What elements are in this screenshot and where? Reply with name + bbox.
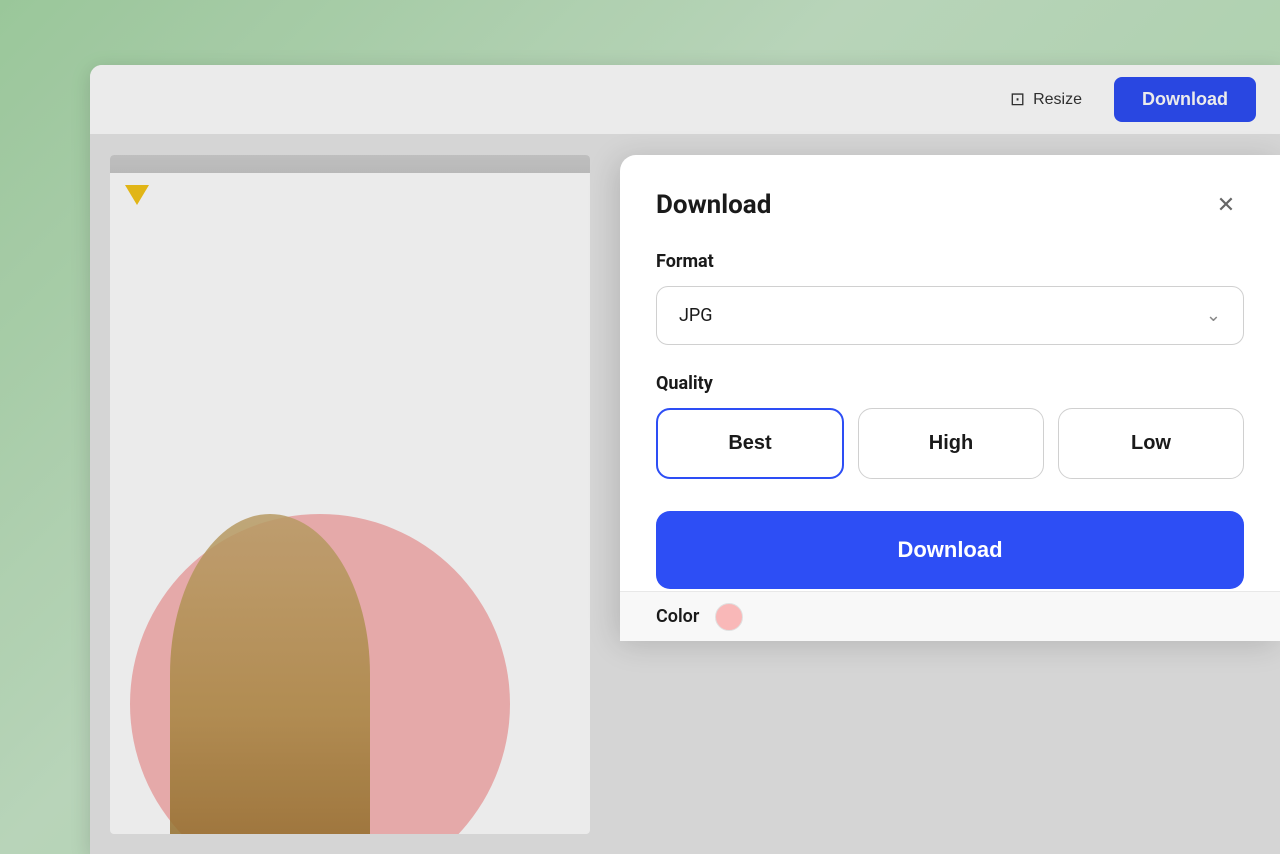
modal-close-button[interactable]: ✕: [1208, 187, 1244, 223]
quality-best-label: Best: [728, 432, 771, 454]
quality-high-button[interactable]: High: [858, 408, 1044, 479]
close-icon: ✕: [1217, 192, 1235, 218]
download-main-label: Download: [897, 537, 1002, 562]
quality-options-group: Best High Low: [656, 408, 1244, 479]
download-main-button[interactable]: Download: [656, 511, 1244, 589]
color-swatch-pink[interactable]: [715, 603, 743, 631]
format-dropdown-wrapper: JPG ⌄: [656, 286, 1244, 345]
format-selected-value: JPG: [679, 305, 713, 326]
format-dropdown[interactable]: JPG ⌄: [656, 286, 1244, 345]
quality-best-button[interactable]: Best: [656, 408, 844, 479]
color-section-hint: Color: [620, 591, 1280, 641]
download-modal: Download ✕ Format JPG ⌄ Quality Best Hig…: [620, 155, 1280, 641]
quality-low-button[interactable]: Low: [1058, 408, 1244, 479]
format-section: Format JPG ⌄: [656, 251, 1244, 345]
chevron-down-icon: ⌄: [1206, 305, 1221, 326]
quality-high-label: High: [929, 432, 973, 454]
format-section-label: Format: [656, 251, 1244, 272]
color-section-label: Color: [656, 606, 699, 627]
modal-header: Download ✕: [656, 187, 1244, 223]
modal-title: Download: [656, 190, 771, 220]
quality-section-label: Quality: [656, 373, 1244, 394]
quality-section: Quality Best High Low: [656, 373, 1244, 479]
quality-low-label: Low: [1131, 432, 1171, 454]
